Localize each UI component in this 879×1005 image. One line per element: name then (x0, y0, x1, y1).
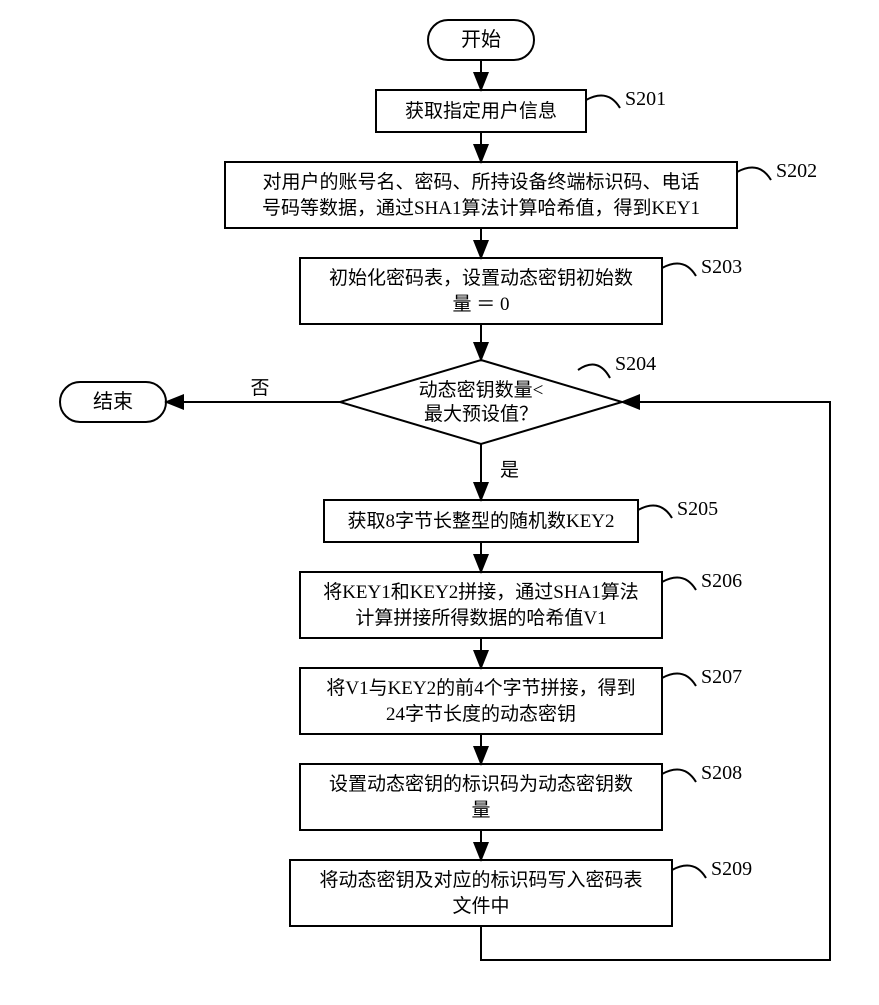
s206-line1: 将KEY1和KEY2拼接，通过SHA1算法 (323, 581, 639, 603)
s208-label: S208 (701, 762, 742, 784)
step-s201: 获取指定用户信息 S201 (376, 88, 666, 132)
s209-line2: 文件中 (452, 895, 509, 917)
s206-label: S206 (701, 570, 742, 592)
s203-line1: 初始化密码表，设置动态密钥初始数 (329, 267, 633, 289)
label-connector (737, 168, 771, 181)
s207-label: S207 (701, 666, 742, 688)
s204-line1: 动态密钥数量< (419, 379, 544, 401)
label-connector (662, 264, 696, 277)
step-s206: 将KEY1和KEY2拼接，通过SHA1算法 计算拼接所得数据的哈希值V1 S20… (300, 570, 742, 638)
s201-text: 获取指定用户信息 (405, 100, 557, 122)
label-connector (662, 770, 696, 783)
s207-line1: 将V1与KEY2的前4个字节拼接，得到 (326, 677, 635, 699)
label-connector (638, 506, 672, 519)
label-no: 否 (250, 378, 269, 399)
label-connector (578, 365, 610, 378)
end-label: 结束 (93, 390, 133, 413)
label-connector (672, 866, 706, 879)
step-s208: 设置动态密钥的标识码为动态密钥数 量 S208 (300, 762, 742, 830)
s202-line2: 号码等数据，通过SHA1算法计算哈希值，得到KEY1 (262, 197, 700, 219)
label-connector (662, 674, 696, 687)
s202-label: S202 (776, 160, 817, 182)
s209-line1: 将动态密钥及对应的标识码写入密码表 (319, 869, 642, 891)
label-connector (662, 578, 696, 591)
decision-s204: 动态密钥数量< 最大预设值？ S204 (340, 353, 656, 444)
s208-line1: 设置动态密钥的标识码为动态密钥数 (329, 773, 633, 795)
s204-line2: 最大预设值？ (424, 403, 538, 425)
s206-line2: 计算拼接所得数据的哈希值V1 (355, 607, 606, 629)
step-s209: 将动态密钥及对应的标识码写入密码表 文件中 S209 (290, 858, 752, 926)
s208-line2: 量 (471, 800, 490, 821)
s205-label: S205 (677, 498, 718, 520)
step-s207: 将V1与KEY2的前4个字节拼接，得到 24字节长度的动态密钥 S207 (300, 666, 742, 734)
step-s202: 对用户的账号名、密码、所持设备终端标识码、电话 号码等数据，通过SHA1算法计算… (225, 160, 817, 228)
step-s205: 获取8字节长整型的随机数KEY2 S205 (324, 498, 718, 542)
terminal-end: 结束 (60, 382, 166, 422)
s207-line2: 24字节长度的动态密钥 (386, 703, 576, 725)
flowchart-diagram: 开始 获取指定用户信息 S201 对用户的账号名、密码、所持设备终端标识码、电话… (0, 0, 879, 1000)
terminal-start: 开始 (428, 20, 534, 60)
s202-line1: 对用户的账号名、密码、所持设备终端标识码、电话 (262, 171, 699, 193)
label-yes: 是 (500, 460, 519, 481)
start-label: 开始 (461, 28, 501, 51)
s205-text: 获取8字节长整型的随机数KEY2 (347, 510, 614, 532)
s201-label: S201 (625, 88, 666, 110)
step-s203: 初始化密码表，设置动态密钥初始数 量 ＝ 0 S203 (300, 256, 742, 324)
s203-label: S203 (701, 256, 742, 278)
s204-label: S204 (615, 353, 656, 375)
s209-label: S209 (711, 858, 752, 880)
label-connector (586, 96, 620, 109)
s203-line2: 量 ＝ 0 (452, 294, 509, 315)
